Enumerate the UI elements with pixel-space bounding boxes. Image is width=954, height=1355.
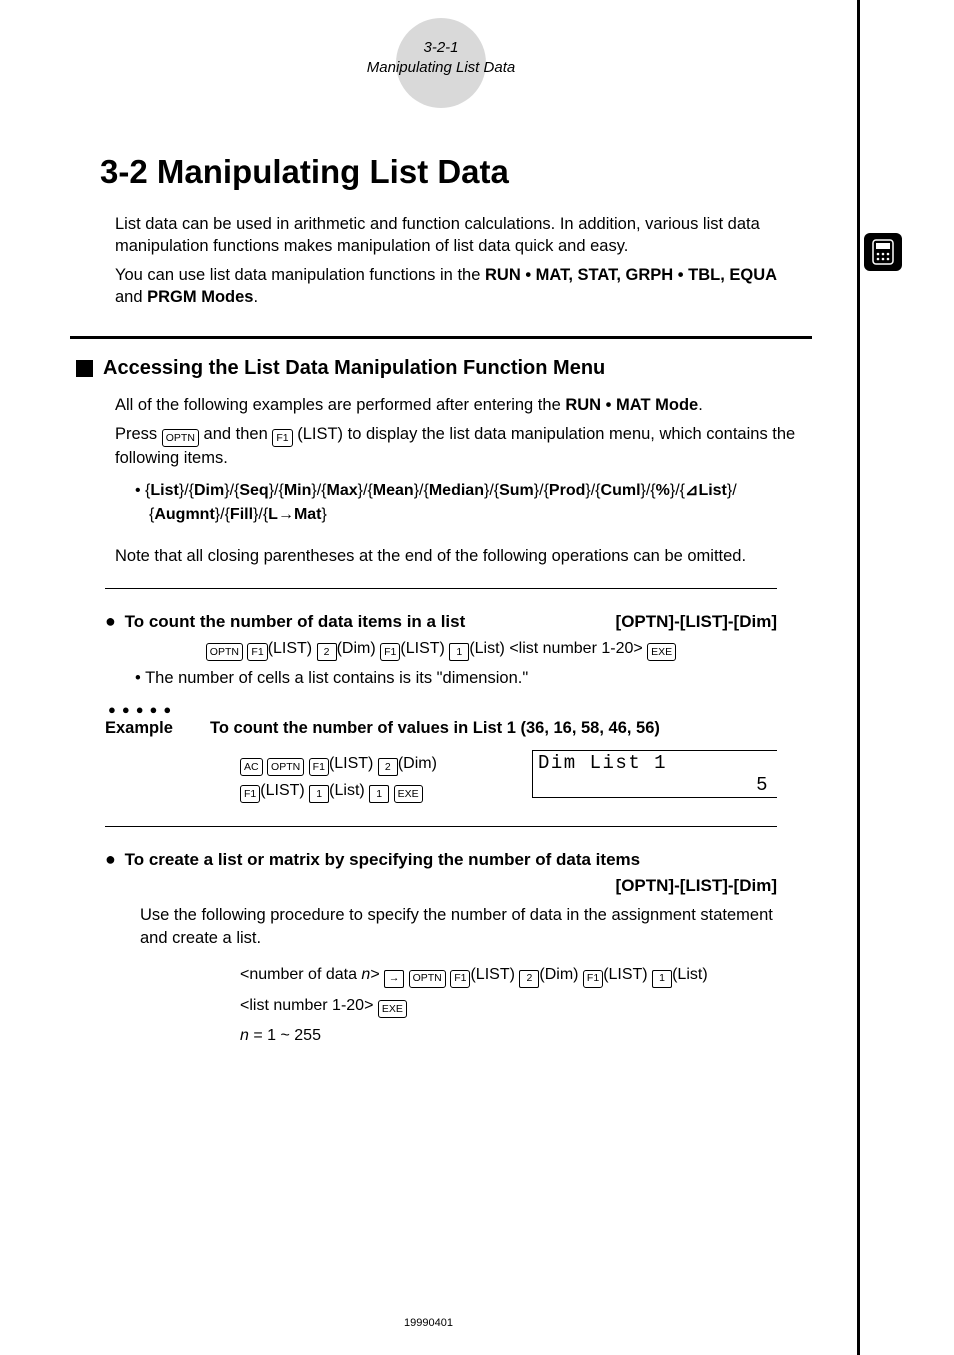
parentheses-note: Note that all closing parentheses at the… — [115, 547, 812, 566]
key-f1: F1 — [583, 970, 603, 988]
operation-2-path: [OPTN]-[LIST]-[Dim] — [616, 876, 777, 896]
menu-items-list: • {List}/{Dim}/{Seq}/{Min}/{Max}/{Mean}/… — [135, 479, 812, 527]
display-result: 5 — [756, 774, 769, 796]
example-1: Example To count the number of values in… — [105, 719, 777, 738]
key-assign: → — [384, 970, 404, 988]
example-dots-icon: ●●●●● — [108, 702, 812, 717]
operation-2-header: ● To create a list or matrix by specifyi… — [105, 849, 777, 896]
key-f1: F1 — [272, 429, 292, 447]
page-header: 3-2-1 Manipulating List Data — [70, 18, 812, 108]
key-2: 2 — [378, 758, 398, 776]
page-ref: 3-2-1 — [70, 38, 812, 58]
key-exe: EXE — [647, 643, 676, 661]
key-exe: EXE — [378, 1000, 407, 1018]
square-bullet-icon — [76, 360, 93, 377]
key-1: 1 — [309, 785, 329, 803]
operation-divider — [105, 826, 777, 827]
key-f1: F1 — [380, 643, 400, 661]
key-1: 1 — [369, 785, 389, 803]
calculator-display: Dim List 1 5 — [532, 750, 777, 798]
key-optn: OPTN — [267, 758, 304, 776]
intro-p2: You can use list data manipulation funct… — [115, 264, 807, 309]
key-f1: F1 — [309, 758, 329, 776]
key-2: 2 — [317, 643, 337, 661]
operation-2-keysequence: <number of data n> → OPTN F1(LIST) 2(Dim… — [240, 960, 812, 1051]
display-line-1: Dim List 1 — [538, 752, 667, 774]
operation-2-desc: Use the following procedure to specify t… — [140, 904, 777, 950]
footer-date: 19990401 — [0, 1317, 857, 1329]
page-subtitle: Manipulating List Data — [70, 58, 812, 78]
operation-1-path: [OPTN]-[LIST]-[Dim] — [616, 612, 777, 632]
intro-block: List data can be used in arithmetic and … — [115, 213, 807, 308]
key-optn: OPTN — [409, 970, 446, 988]
key-exe: EXE — [394, 785, 423, 803]
operation-1-header: ● To count the number of data items in a… — [105, 611, 777, 632]
intro-p1: List data can be used in arithmetic and … — [115, 213, 807, 258]
dimension-note: • The number of cells a list contains is… — [135, 669, 812, 688]
section-body: All of the following examples are perfor… — [115, 394, 812, 526]
key-1: 1 — [652, 970, 672, 988]
key-f1: F1 — [240, 785, 260, 803]
key-f1: F1 — [247, 643, 267, 661]
example-1-keys: AC OPTN F1(LIST) 2(Dim) F1(LIST) 1(List)… — [240, 750, 437, 804]
operation-1-keysequence: OPTN F1(LIST) 2(Dim) F1(LIST) 1(List) <l… — [70, 640, 812, 661]
key-optn: OPTN — [162, 429, 199, 447]
key-optn: OPTN — [206, 643, 243, 661]
section-p1: All of the following examples are perfor… — [115, 394, 812, 417]
section-p2: Press OPTN and then F1 (LIST) to display… — [115, 423, 812, 470]
side-tab-calculator-icon — [864, 233, 902, 271]
section-divider — [70, 336, 812, 339]
operation-divider — [105, 588, 777, 589]
key-f1: F1 — [450, 970, 470, 988]
section-heading: Accessing the List Data Manipulation Fun… — [70, 357, 812, 380]
key-1: 1 — [449, 643, 469, 661]
key-ac: AC — [240, 758, 263, 776]
key-2: 2 — [519, 970, 539, 988]
page-title: 3-2 Manipulating List Data — [100, 153, 812, 191]
